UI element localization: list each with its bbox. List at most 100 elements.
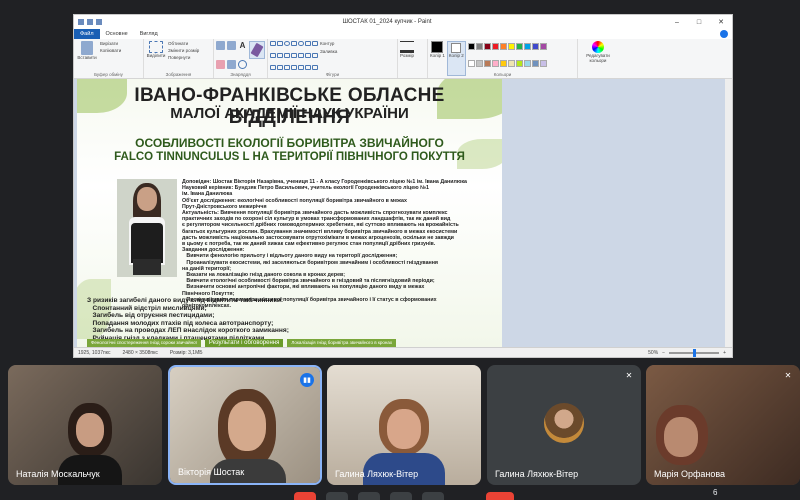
color-swatch[interactable] bbox=[491, 60, 499, 67]
rounded-rect-shape-icon[interactable] bbox=[298, 41, 304, 46]
diamond-shape-icon[interactable] bbox=[277, 53, 283, 58]
polygon-shape-icon[interactable] bbox=[305, 41, 311, 46]
poster-image[interactable]: ІВАНО-ФРАНКІВСЬКЕ ОБЛАСНЕ ВІДДІЛЕННЯ МАЛ… bbox=[77, 79, 502, 347]
size-button[interactable]: Розмір bbox=[400, 41, 414, 76]
cloud-shape-icon[interactable] bbox=[312, 65, 318, 70]
color-swatch[interactable] bbox=[483, 60, 491, 67]
maximize-button[interactable]: □ bbox=[688, 15, 710, 29]
color-picker-icon[interactable] bbox=[227, 59, 236, 69]
close-button[interactable]: ✕ bbox=[710, 15, 732, 29]
color-swatch[interactable] bbox=[507, 60, 515, 67]
arrow-left-shape-icon[interactable] bbox=[305, 53, 311, 58]
save-icon[interactable] bbox=[78, 19, 84, 25]
arrow-up-shape-icon[interactable] bbox=[312, 53, 318, 58]
participant-tile[interactable]: Галина Ляхюк-Вітер bbox=[327, 365, 481, 485]
present-button[interactable] bbox=[422, 492, 444, 500]
participant-tile[interactable]: ✕ Галина Ляхюк-Вітер bbox=[487, 365, 641, 485]
copy-button[interactable]: Копіювати bbox=[100, 48, 121, 53]
outline-button[interactable]: Контур bbox=[320, 41, 337, 46]
reactions-button[interactable] bbox=[390, 492, 412, 500]
help-icon[interactable] bbox=[720, 30, 728, 38]
participant-tile[interactable]: ▮▮ Вікторія Шостак bbox=[168, 365, 322, 485]
vertical-scrollbar[interactable] bbox=[725, 79, 732, 347]
group-tools: A Знаряддя bbox=[214, 39, 268, 78]
select-button[interactable]: Виділити bbox=[146, 41, 166, 76]
captions-button[interactable] bbox=[358, 492, 380, 500]
callout-rect-shape-icon[interactable] bbox=[298, 65, 304, 70]
redo-icon[interactable] bbox=[96, 19, 102, 25]
oval-shape-icon[interactable] bbox=[284, 41, 290, 46]
end-call-button[interactable] bbox=[486, 492, 514, 500]
zoom-in-button[interactable]: + bbox=[723, 350, 726, 356]
participant-tile[interactable]: ✕ Марія Орфанова bbox=[646, 365, 800, 485]
participant-name: Марія Орфанова bbox=[654, 469, 726, 479]
pencil-icon[interactable] bbox=[216, 41, 225, 50]
shapes-gallery[interactable] bbox=[270, 41, 318, 76]
zoom-slider-thumb[interactable] bbox=[692, 348, 696, 357]
star4-shape-icon[interactable] bbox=[277, 65, 283, 70]
camera-button[interactable] bbox=[326, 492, 348, 500]
color1-button[interactable]: Колір 1 bbox=[430, 41, 445, 76]
undo-icon[interactable] bbox=[87, 19, 93, 25]
zoom-out-button[interactable]: − bbox=[662, 350, 665, 356]
eraser-icon[interactable] bbox=[216, 59, 225, 69]
right-triangle-shape-icon[interactable] bbox=[270, 53, 276, 58]
paste-button[interactable]: Вставити bbox=[76, 41, 98, 76]
arrow-down-shape-icon[interactable] bbox=[270, 65, 276, 70]
fill-button[interactable]: Заливка bbox=[320, 49, 337, 54]
quick-access-toolbar[interactable] bbox=[78, 19, 102, 25]
crop-button[interactable]: Обтинати bbox=[168, 41, 199, 46]
pentagon-shape-icon[interactable] bbox=[284, 53, 290, 58]
rotate-button[interactable]: Повернути bbox=[168, 55, 199, 60]
ribbon-tabs: Файл Основне Вигляд bbox=[74, 29, 732, 39]
hexagon-shape-icon[interactable] bbox=[291, 53, 297, 58]
star5-shape-icon[interactable] bbox=[284, 65, 290, 70]
curve-shape-icon[interactable] bbox=[277, 41, 283, 46]
triangle-shape-icon[interactable] bbox=[312, 41, 318, 46]
callout-oval-shape-icon[interactable] bbox=[305, 65, 311, 70]
tab-file[interactable]: Файл bbox=[74, 29, 100, 39]
brush-button[interactable] bbox=[249, 41, 265, 59]
mic-button[interactable] bbox=[294, 492, 316, 500]
zoom-level: 50% bbox=[648, 349, 659, 356]
cursor-position: 1925, 1037пкс bbox=[78, 349, 111, 356]
magnifier-icon[interactable] bbox=[238, 59, 247, 69]
color-swatch[interactable] bbox=[523, 43, 531, 50]
paint-titlebar: ШОСТАК 01_2024 купчик - Paint – □ ✕ bbox=[74, 15, 732, 29]
color-swatch[interactable] bbox=[515, 60, 523, 67]
arrow-right-shape-icon[interactable] bbox=[298, 53, 304, 58]
color-swatch[interactable] bbox=[507, 43, 515, 50]
participant-tile[interactable]: Наталія Москальчук bbox=[8, 365, 162, 485]
star6-shape-icon[interactable] bbox=[291, 65, 297, 70]
color-swatch[interactable] bbox=[515, 43, 523, 50]
text-tool-icon[interactable]: A bbox=[238, 41, 247, 50]
color-swatch[interactable] bbox=[491, 43, 499, 50]
color-swatch[interactable] bbox=[499, 60, 507, 67]
color-swatch[interactable] bbox=[499, 43, 507, 50]
color-swatch[interactable] bbox=[539, 43, 547, 50]
color-swatch[interactable] bbox=[483, 43, 491, 50]
group-label: Зображення bbox=[165, 72, 192, 77]
color-swatch[interactable] bbox=[475, 43, 483, 50]
color-swatch[interactable] bbox=[467, 60, 475, 67]
rectangle-shape-icon[interactable] bbox=[291, 41, 297, 46]
color-swatch[interactable] bbox=[467, 43, 475, 50]
fill-bucket-icon[interactable] bbox=[227, 41, 236, 50]
cut-button[interactable]: Вирізати bbox=[100, 41, 121, 46]
tab-view[interactable]: Вигляд bbox=[134, 31, 164, 37]
color-swatch[interactable] bbox=[531, 43, 539, 50]
color-swatch[interactable] bbox=[531, 60, 539, 67]
line-shape-icon[interactable] bbox=[270, 41, 276, 46]
color2-button[interactable]: Колір 2 bbox=[446, 41, 466, 76]
zoom-slider[interactable] bbox=[669, 348, 720, 357]
color-swatch[interactable] bbox=[475, 60, 483, 67]
poster-text-line: багатьох культурних рослин. Врахування з… bbox=[182, 228, 458, 235]
participant-count-badge[interactable]: 6 bbox=[713, 488, 717, 497]
edit-colors-button[interactable]: Редагувати кольори bbox=[580, 41, 616, 76]
paint-canvas-area[interactable]: ІВАНО-ФРАНКІВСЬКЕ ОБЛАСНЕ ВІДДІЛЕННЯ МАЛ… bbox=[74, 79, 726, 347]
color-swatch[interactable] bbox=[523, 60, 531, 67]
color-swatch[interactable] bbox=[539, 60, 547, 67]
minimize-button[interactable]: – bbox=[666, 15, 688, 29]
tab-home[interactable]: Основне bbox=[100, 31, 134, 37]
resize-button[interactable]: Змінити розмір bbox=[168, 48, 199, 53]
